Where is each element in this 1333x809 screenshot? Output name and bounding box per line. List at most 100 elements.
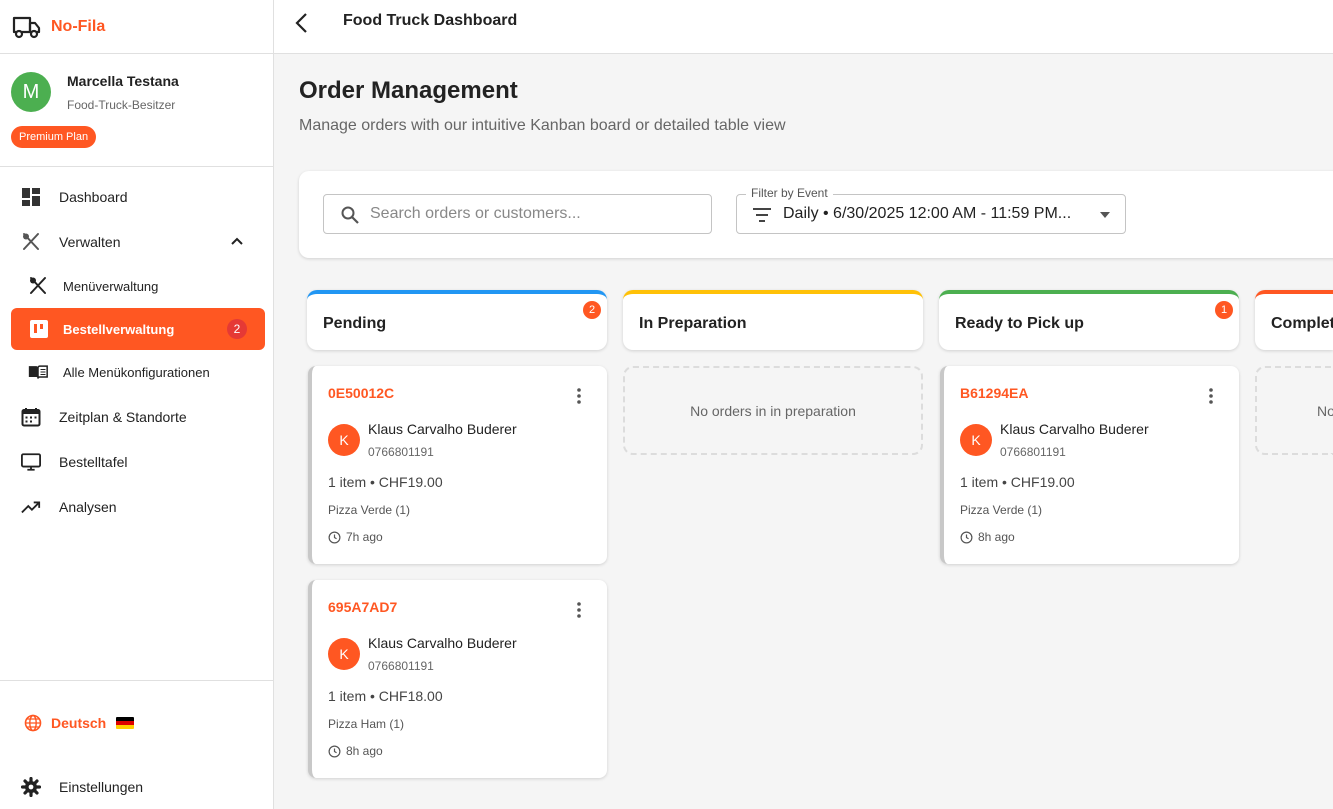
order-items: Pizza Verde (1) bbox=[328, 503, 411, 517]
truck-icon bbox=[12, 16, 41, 38]
customer-name: Klaus Carvalho Buderer bbox=[1000, 421, 1149, 437]
nav-manage[interactable]: Verwalten bbox=[0, 222, 274, 262]
column-preparation-header: In Preparation bbox=[623, 290, 923, 350]
nav-manage-label: Verwalten bbox=[59, 234, 121, 250]
nav-settings[interactable]: Einstellungen bbox=[0, 767, 274, 807]
avatar: M bbox=[11, 72, 51, 112]
nav-analytics[interactable]: Analysen bbox=[0, 487, 274, 527]
order-items: Pizza Verde (1) bbox=[960, 503, 1043, 517]
nav-analytics-label: Analysen bbox=[59, 499, 117, 515]
event-filter-label: Filter by Event bbox=[746, 186, 833, 200]
calendar-icon bbox=[21, 407, 41, 427]
monitor-icon bbox=[21, 452, 41, 472]
order-time-label: 8h ago bbox=[978, 530, 1015, 544]
order-id: 695A7AD7 bbox=[328, 599, 398, 615]
nav-menu-admin[interactable]: Menüverwaltung bbox=[0, 266, 274, 306]
user-role: Food-Truck-Besitzer bbox=[67, 98, 176, 112]
nav-orders-label: Bestellverwaltung bbox=[63, 321, 175, 337]
nav-dashboard[interactable]: Dashboard bbox=[0, 177, 274, 217]
order-id: B61294EA bbox=[960, 385, 1029, 401]
column-title: Pending bbox=[323, 315, 387, 332]
german-flag-icon bbox=[116, 717, 135, 729]
column-pending-header: Pending 2 bbox=[307, 290, 607, 350]
filter-icon bbox=[753, 208, 771, 222]
clock-icon bbox=[960, 531, 973, 543]
order-time-label: 7h ago bbox=[346, 530, 383, 544]
back-arrow-icon[interactable] bbox=[290, 11, 314, 35]
column-completed-header: Completed bbox=[1255, 290, 1333, 350]
event-filter-value: Daily • 6/30/2025 12:00 AM - 11:59 PM... bbox=[783, 205, 1072, 222]
sidebar-footer: Deutsch Einstellungen bbox=[0, 680, 274, 809]
order-time: 8h ago bbox=[960, 530, 1015, 544]
empty-column-placeholder: No orders in in preparation bbox=[623, 366, 923, 455]
more-vert-icon[interactable] bbox=[1204, 387, 1218, 405]
order-time: 7h ago bbox=[328, 530, 383, 544]
order-items: Pizza Ham (1) bbox=[328, 717, 405, 731]
nav-orders[interactable]: Bestellverwaltung 2 bbox=[11, 308, 265, 350]
nav-board-label: Bestelltafel bbox=[59, 454, 128, 470]
nav-menu-admin-label: Menüverwaltung bbox=[63, 278, 159, 294]
customer-name: Klaus Carvalho Buderer bbox=[368, 421, 517, 437]
nav-settings-label: Einstellungen bbox=[59, 779, 144, 795]
brand-name: No-Fila bbox=[51, 17, 106, 35]
gear-icon bbox=[21, 777, 41, 797]
customer-phone: 0766801191 bbox=[368, 445, 434, 459]
order-card[interactable]: B61294EA K Klaus Carvalho Buderer 076680… bbox=[940, 366, 1239, 564]
customer-name: Klaus Carvalho Buderer bbox=[368, 635, 517, 651]
top-bar: Food Truck Dashboard bbox=[274, 0, 1333, 54]
dropdown-arrow-icon bbox=[1100, 212, 1110, 218]
empty-column-placeholder: No orders completed bbox=[1255, 366, 1333, 455]
column-ready-header: Ready to Pick up 1 bbox=[939, 290, 1239, 350]
page-header-title: Food Truck Dashboard bbox=[343, 12, 518, 29]
search-input[interactable] bbox=[370, 195, 700, 233]
order-card[interactable]: 0E50012C K Klaus Carvalho Buderer 076680… bbox=[308, 366, 607, 564]
order-time: 8h ago bbox=[328, 744, 383, 758]
more-vert-icon[interactable] bbox=[572, 387, 586, 405]
order-summary: 1 item • CHF19.00 bbox=[328, 474, 443, 490]
more-vert-icon[interactable] bbox=[572, 601, 586, 619]
customer-phone: 0766801191 bbox=[1000, 445, 1066, 459]
utensils-icon bbox=[28, 276, 48, 296]
utensils-icon bbox=[21, 232, 41, 252]
order-id: 0E50012C bbox=[328, 385, 395, 401]
language-label: Deutsch bbox=[51, 715, 107, 731]
nav-schedule[interactable]: Zeitplan & Standorte bbox=[0, 397, 274, 437]
customer-phone: 0766801191 bbox=[368, 659, 434, 673]
customer-avatar: K bbox=[960, 424, 992, 456]
order-card[interactable]: 695A7AD7 K Klaus Carvalho Buderer 076680… bbox=[308, 580, 607, 778]
page-subtitle: Manage orders with our intuitive Kanban … bbox=[299, 117, 786, 134]
order-time-label: 8h ago bbox=[346, 744, 383, 758]
kanban-icon bbox=[29, 319, 49, 339]
order-summary: 1 item • CHF18.00 bbox=[328, 688, 443, 704]
nav-dashboard-label: Dashboard bbox=[59, 189, 128, 205]
event-filter-select[interactable]: Filter by Event Daily • 6/30/2025 12:00 … bbox=[736, 186, 1126, 234]
chevron-up-icon[interactable] bbox=[228, 233, 246, 251]
brand[interactable]: No-Fila bbox=[0, 0, 273, 54]
dashboard-icon bbox=[21, 187, 41, 207]
customer-avatar: K bbox=[328, 424, 360, 456]
filter-bar: Filter by Event Daily • 6/30/2025 12:00 … bbox=[299, 171, 1333, 258]
search-icon bbox=[341, 206, 359, 224]
user-profile: M Marcella Testana Food-Truck-Besitzer P… bbox=[0, 54, 273, 167]
globe-icon bbox=[24, 714, 42, 732]
nav-schedule-label: Zeitplan & Standorte bbox=[59, 409, 187, 425]
user-name: Marcella Testana bbox=[67, 73, 179, 89]
trending-up-icon bbox=[21, 497, 41, 517]
sidebar: No-Fila M Marcella Testana Food-Truck-Be… bbox=[0, 0, 274, 809]
book-icon bbox=[28, 362, 48, 382]
plan-badge: Premium Plan bbox=[11, 126, 97, 148]
column-count-badge: 2 bbox=[583, 301, 601, 319]
language-switcher[interactable]: Deutsch bbox=[24, 714, 135, 732]
column-count-badge: 1 bbox=[1215, 301, 1233, 319]
column-title: Completed bbox=[1271, 315, 1333, 332]
clock-icon bbox=[328, 745, 341, 757]
orders-count-badge: 2 bbox=[227, 319, 247, 339]
clock-icon bbox=[328, 531, 341, 543]
column-title: In Preparation bbox=[639, 315, 747, 332]
nav-board[interactable]: Bestelltafel bbox=[0, 442, 274, 482]
nav-menu-configs[interactable]: Alle Menükonfigurationen bbox=[0, 352, 274, 392]
customer-avatar: K bbox=[328, 638, 360, 670]
nav-menu-configs-label: Alle Menükonfigurationen bbox=[63, 364, 210, 380]
page-title: Order Management bbox=[299, 77, 518, 104]
search-box[interactable] bbox=[323, 194, 712, 234]
